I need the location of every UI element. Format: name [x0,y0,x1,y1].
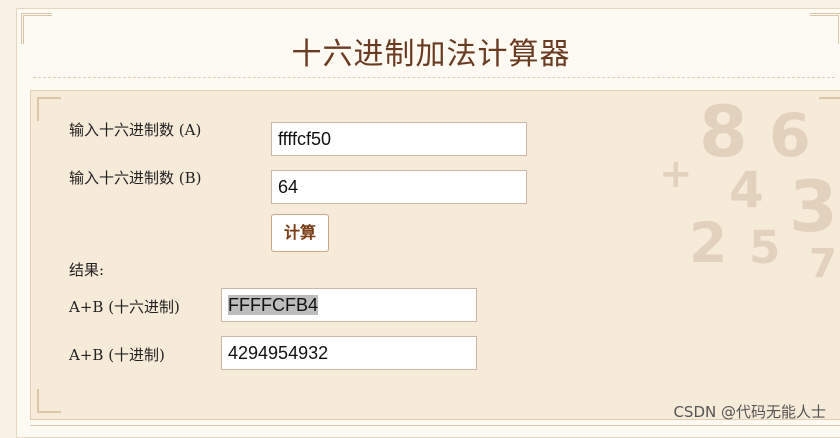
input-b-value: 64 [278,177,299,197]
title-divider [33,77,835,78]
watermark-text: CSDN @代码无能人士 [673,403,826,421]
input-b-label: 输入十六进制数 (B) [69,169,202,187]
panel-corner-ornament [37,97,61,121]
result-hex-value: FFFFCFB4 [228,295,318,315]
calculator-panel: 8 6 + 4 3 2 5 7 输入十六进制数 (A) ffffcf50 输入十… [30,90,840,420]
calculate-button[interactable]: 计算 [271,214,329,252]
input-b-field[interactable]: 64 [271,170,527,204]
page-title: 十六进制加法计算器 [291,37,571,72]
result-dec-field[interactable]: 4294954932 [221,336,477,370]
input-a-value: ffffcf50 [278,129,332,149]
result-hex-field[interactable]: FFFFCFB4 [221,288,477,322]
input-a-field[interactable]: ffffcf50 [271,122,527,156]
result-hex-label: A+B (十六进制) [69,298,180,316]
result-dec-value: 4294954932 [228,343,329,363]
footer-divider [30,425,840,426]
result-dec-label: A+B (十进制) [69,346,165,364]
decorative-numbers-background: 8 6 + 4 3 2 5 7 [659,91,838,287]
result-heading: 结果: [69,261,105,279]
input-a-label: 输入十六进制数 (A) [69,121,202,139]
panel-corner-ornament [37,389,61,413]
